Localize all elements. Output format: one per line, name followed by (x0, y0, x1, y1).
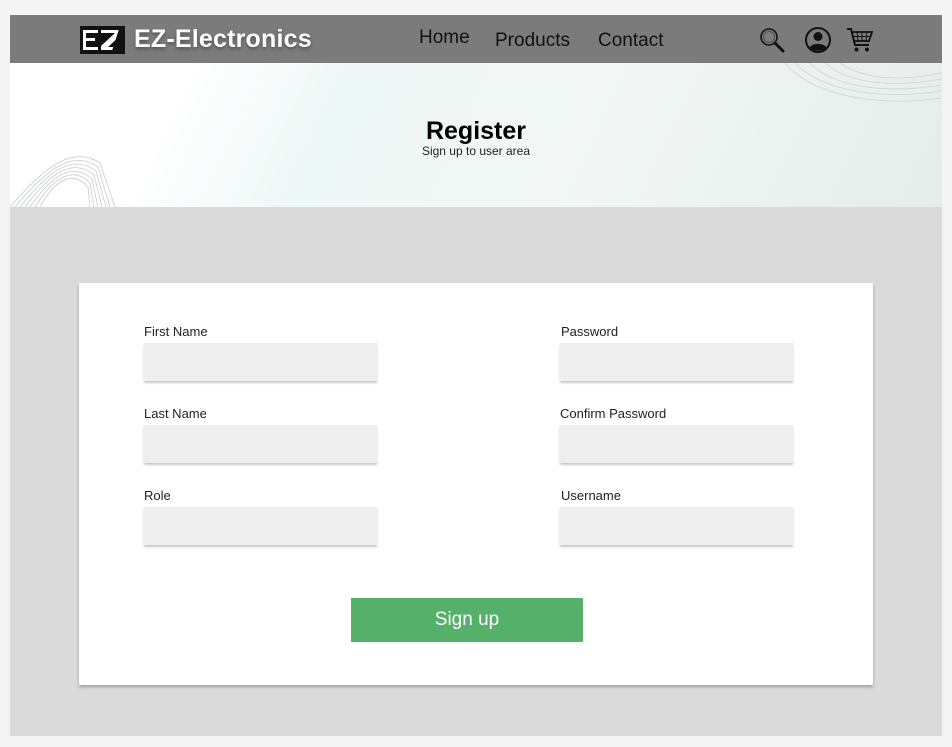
page-subtitle: Sign up to user area (421, 144, 531, 158)
last-name-field[interactable] (144, 425, 377, 463)
page-frame: EZ-Electronics Home Products Contact Reg… (10, 15, 942, 736)
hero-banner: Register Sign up to user area (10, 63, 942, 207)
username-label: Username (561, 488, 621, 503)
brand-logo[interactable]: EZ-Electronics (80, 25, 312, 54)
password-field[interactable] (560, 343, 793, 381)
role-label: Role (144, 488, 171, 503)
nav-home-link[interactable]: Home (419, 27, 470, 49)
navbar: EZ-Electronics Home Products Contact (10, 15, 942, 63)
role-field[interactable] (144, 507, 377, 545)
last-name-label: Last Name (144, 406, 207, 421)
page-title: Register (425, 117, 527, 145)
cart-icon[interactable] (846, 26, 874, 54)
username-field[interactable] (560, 507, 793, 545)
ez-logo-icon (80, 25, 125, 54)
first-name-field[interactable] (144, 343, 377, 381)
nav-contact-link[interactable]: Contact (598, 30, 663, 52)
search-icon[interactable] (758, 26, 786, 54)
confirm-password-field[interactable] (560, 425, 793, 463)
password-label: Password (561, 324, 619, 339)
first-name-label: First Name (144, 324, 208, 339)
confirm-password-label: Confirm Password (560, 406, 667, 421)
user-icon[interactable] (804, 26, 832, 54)
nav-products-link[interactable]: Products (495, 30, 570, 52)
register-form-card: First Name Last Name Role Password Confi… (79, 283, 873, 685)
sign-up-button[interactable]: Sign up (351, 598, 583, 642)
brand-name: EZ-Electronics (134, 25, 312, 53)
